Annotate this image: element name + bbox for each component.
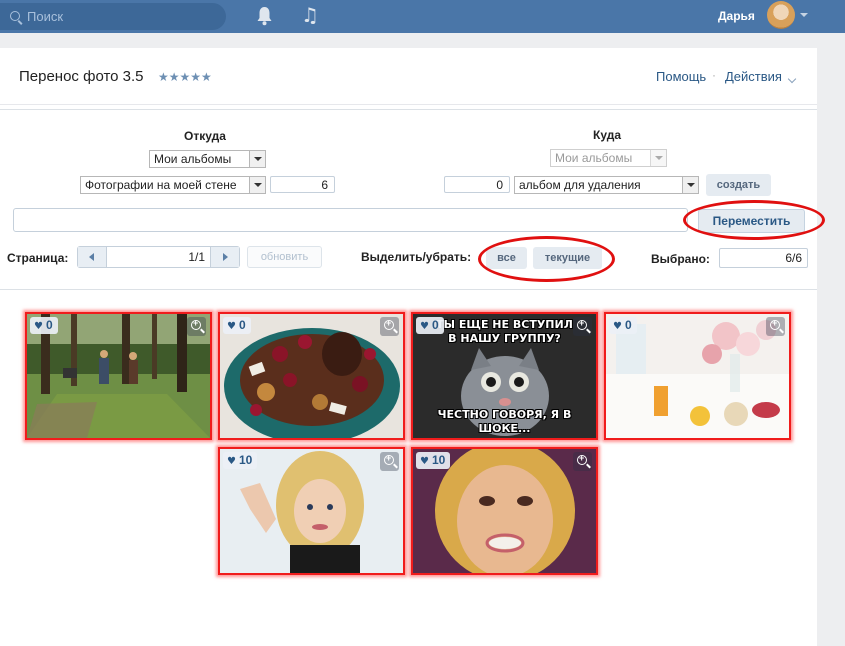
zoom-icon[interactable] bbox=[766, 317, 785, 336]
divider bbox=[0, 104, 817, 105]
heart-icon: ♥ bbox=[420, 456, 429, 467]
photo-tile[interactable]: ♥ 10 bbox=[411, 447, 598, 575]
search-box[interactable] bbox=[0, 3, 226, 30]
chevron-down-icon[interactable] bbox=[650, 150, 666, 166]
likes-count: 10 bbox=[431, 453, 446, 467]
top-navigation-bar: ♫ Дарья bbox=[0, 0, 845, 33]
target-subalbum-value: альбом для удаления bbox=[519, 178, 641, 192]
help-link[interactable]: Помощь bbox=[656, 69, 706, 84]
page-margin bbox=[817, 33, 845, 646]
photo-tile[interactable]: ♥ 10 bbox=[218, 447, 405, 575]
chevron-down-icon[interactable] bbox=[800, 13, 808, 17]
highlight-ring-select bbox=[478, 236, 615, 282]
target-subalbum-select[interactable]: альбом для удаления bbox=[514, 176, 699, 194]
likes-count: 0 bbox=[431, 318, 439, 332]
heart-icon: ♥ bbox=[227, 456, 236, 467]
page-selector: 1/1 bbox=[77, 246, 240, 268]
likes-count: 0 bbox=[45, 318, 53, 332]
likes-count: 10 bbox=[238, 453, 253, 467]
source-heading: Откуда bbox=[184, 129, 226, 143]
actions-menu[interactable]: Действия bbox=[725, 69, 782, 84]
zoom-icon[interactable] bbox=[573, 452, 592, 471]
zoom-icon[interactable] bbox=[380, 317, 399, 336]
likes-badge[interactable]: ♥ 0 bbox=[416, 317, 444, 334]
prev-page-icon[interactable] bbox=[78, 247, 107, 267]
avatar[interactable] bbox=[767, 1, 795, 29]
zoom-icon[interactable] bbox=[380, 452, 399, 471]
divider bbox=[0, 109, 817, 110]
heart-icon: ♥ bbox=[34, 321, 43, 332]
zoom-icon[interactable] bbox=[573, 317, 592, 336]
app-panel: Перенос фото 3.5 ★★★★★ Помощь · Действия… bbox=[0, 48, 825, 646]
page-label: Страница: bbox=[7, 251, 69, 265]
create-album-button[interactable]: создать bbox=[706, 174, 771, 196]
progress-field bbox=[13, 208, 688, 232]
photo-tile[interactable]: ТЫ ЕЩЕ НЕ ВСТУПИЛ В НАШУ ГРУППУ? ЧЕСТНО Г… bbox=[411, 312, 598, 440]
meme-caption-top-line1: ТЫ ЕЩЕ НЕ ВСТУПИЛ bbox=[436, 318, 573, 331]
photo-tile[interactable]: ♥ 0 bbox=[25, 312, 212, 440]
likes-badge[interactable]: ♥ 10 bbox=[223, 452, 258, 469]
username[interactable]: Дарья bbox=[718, 9, 755, 23]
search-icon bbox=[10, 11, 20, 21]
divider bbox=[0, 289, 817, 290]
chevron-down-icon[interactable] bbox=[787, 74, 797, 84]
select-toggle-label: Выделить/убрать: bbox=[361, 250, 472, 264]
next-page-icon[interactable] bbox=[210, 247, 239, 267]
heart-icon: ♥ bbox=[227, 321, 236, 332]
selected-label: Выбрано: bbox=[651, 252, 710, 266]
meme-caption-top-line2: В НАШУ ГРУППУ? bbox=[448, 332, 561, 345]
likes-count: 0 bbox=[238, 318, 246, 332]
likes-badge[interactable]: ♥ 0 bbox=[30, 317, 58, 334]
search-input[interactable] bbox=[27, 8, 207, 24]
rating-stars: ★★★★★ bbox=[158, 70, 212, 84]
target-heading: Куда bbox=[593, 128, 621, 142]
source-subalbum-value: Фотографии на моей стене bbox=[85, 178, 237, 192]
chevron-down-icon[interactable] bbox=[682, 177, 698, 193]
bell-icon[interactable] bbox=[256, 6, 273, 26]
photo-tile[interactable]: ♥ 0 bbox=[604, 312, 791, 440]
likes-badge[interactable]: ♥ 0 bbox=[609, 317, 637, 334]
source-album-value: Мои альбомы bbox=[154, 152, 232, 166]
selected-count-field: 6/6 bbox=[719, 248, 808, 268]
likes-badge[interactable]: ♥ 0 bbox=[223, 317, 251, 334]
page-value: 1/1 bbox=[188, 250, 205, 264]
heart-icon: ♥ bbox=[420, 321, 429, 332]
zoom-icon[interactable] bbox=[187, 317, 206, 336]
source-count-field[interactable]: 6 bbox=[270, 176, 335, 193]
refresh-button[interactable]: обновить bbox=[247, 246, 322, 268]
target-album-value: Мои альбомы bbox=[555, 151, 633, 165]
likes-count: 0 bbox=[624, 318, 632, 332]
likes-badge[interactable]: ♥ 10 bbox=[416, 452, 451, 469]
page-title: Перенос фото 3.5 bbox=[19, 68, 144, 85]
photo-tile[interactable]: ♥ 0 bbox=[218, 312, 405, 440]
source-subalbum-select[interactable]: Фотографии на моей стене bbox=[80, 176, 266, 194]
meme-caption-bottom: ЧЕСТНО ГОВОРЯ, Я В ШОКЕ... bbox=[437, 408, 572, 435]
target-album-select[interactable]: Мои альбомы bbox=[550, 149, 667, 167]
music-note-icon[interactable]: ♫ bbox=[301, 4, 319, 26]
source-album-select[interactable]: Мои альбомы bbox=[149, 150, 266, 168]
highlight-ring-move bbox=[683, 200, 825, 240]
separator-dot: · bbox=[712, 68, 716, 82]
chevron-down-icon[interactable] bbox=[249, 177, 265, 193]
chevron-down-icon[interactable] bbox=[249, 151, 265, 167]
target-count-field[interactable]: 0 bbox=[444, 176, 510, 193]
heart-icon: ♥ bbox=[613, 321, 622, 332]
